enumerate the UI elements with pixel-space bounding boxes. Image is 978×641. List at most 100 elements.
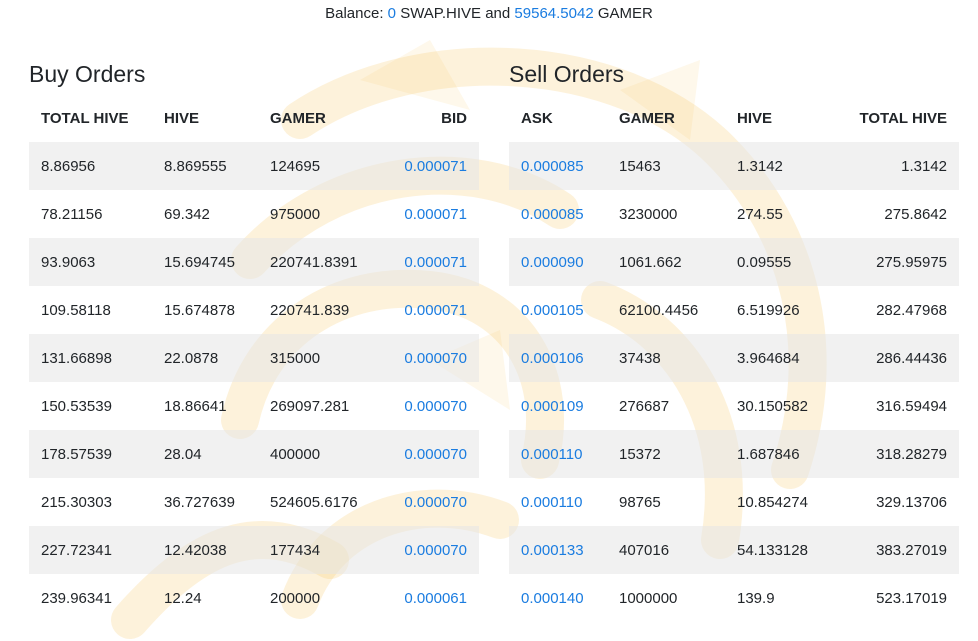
buy-cell-hive: 12.42038 — [152, 526, 258, 574]
sell-cell-hive: 6.519926 — [737, 301, 800, 319]
buy-cell-total-hive: 8.86956 — [29, 142, 152, 190]
buy-cell-bid-price-link[interactable]: 0.000071 — [376, 286, 479, 334]
buy-cell-bid-price-link[interactable]: 0.000070 — [376, 478, 479, 526]
buy-cell-bid-price-link[interactable]: 0.000070 — [376, 526, 479, 574]
buy-order-row: 78.21156 69.342 975000 0.000071 — [29, 190, 479, 238]
sell-cell-total-hive: 316.59494 — [876, 397, 947, 415]
buy-cell-bid-price-link[interactable]: 0.000070 — [376, 430, 479, 478]
gamer-balance-link[interactable]: 59564.5042 — [514, 5, 593, 22]
sell-cell-total-hive: 318.28279 — [835, 430, 959, 478]
sell-cell-ask-price-link[interactable]: 0.000110 — [509, 430, 607, 478]
buy-cell-bid-price-link[interactable]: 0.000061 — [376, 574, 479, 622]
sell-order-row: 0.000085 3230000 274.55 275.8642 — [509, 190, 959, 238]
sell-order-row: 0.000110 15372 1.687846 318.28279 — [509, 430, 959, 478]
buy-cell-hive: 22.0878 — [152, 334, 258, 382]
buy-cell-gamer: 269097.281 — [270, 397, 350, 415]
sell-cell-ask-price-link[interactable]: 0.000109 — [509, 382, 607, 430]
buy-orders-panel: Buy Orders TOTAL HIVE HIVE GAMER BID 8.8… — [29, 58, 479, 622]
sell-cell-total-hive: 383.27019 — [835, 526, 959, 574]
buy-cell-hive: 36.727639 — [164, 493, 235, 511]
buy-cell-total-hive: 239.96341 — [41, 589, 112, 607]
sell-cell-gamer: 62100.4456 — [619, 301, 699, 319]
sell-cell-ask-price-link[interactable]: 0.000140 — [509, 574, 607, 622]
sell-cell-ask-price-link[interactable]: 0.000105 — [509, 286, 607, 334]
sell-cell-hive: 1.687846 — [725, 430, 835, 478]
sell-cell-gamer: 1061.662 — [607, 238, 725, 286]
buy-cell-hive: 15.674878 — [164, 301, 235, 319]
buy-cell-hive: 12.24 — [164, 589, 202, 607]
sell-orders-header-row: ASK GAMER HIVE TOTAL HIVE — [509, 94, 959, 142]
sell-cell-ask-price-link[interactable]: 0.000110 — [509, 478, 607, 526]
buy-cell-bid-price-link[interactable]: 0.000071 — [376, 238, 479, 286]
sell-cell-hive: 139.9 — [737, 589, 775, 607]
sell-cell-hive: 1.3142 — [725, 142, 835, 190]
sell-cell-ask-price-link[interactable]: 0.000090 — [509, 238, 607, 286]
buy-orders-header-row: TOTAL HIVE HIVE GAMER BID — [29, 94, 479, 142]
sell-order-row: 0.000090 1061.662 0.09555 275.95975 — [509, 238, 959, 286]
sell-cell-gamer: 37438 — [607, 334, 725, 382]
buy-cell-bid-price-link[interactable]: 0.000071 — [376, 142, 479, 190]
sell-header-total-hive: TOTAL HIVE — [859, 109, 947, 127]
sell-cell-ask-price-link[interactable]: 0.000085 — [509, 190, 607, 238]
buy-cell-gamer: 975000 — [270, 205, 321, 223]
sell-cell-total-hive: 329.13706 — [876, 493, 947, 511]
sell-cell-gamer: 15372 — [607, 430, 725, 478]
sell-cell-hive: 0.09555 — [725, 238, 835, 286]
sell-cell-gamer: 15463 — [607, 142, 725, 190]
buy-header-hive: HIVE — [164, 109, 200, 127]
buy-orders-table: TOTAL HIVE HIVE GAMER BID 8.86956 8.86955… — [29, 94, 479, 622]
buy-orders-title: Buy Orders — [29, 61, 146, 87]
swap-hive-unit: SWAP.HIVE — [400, 5, 482, 22]
buy-order-row: 93.9063 15.694745 220741.8391 0.000071 — [29, 238, 479, 286]
buy-cell-total-hive: 215.30303 — [41, 493, 112, 511]
buy-cell-hive: 15.694745 — [152, 238, 258, 286]
sell-cell-total-hive: 1.3142 — [835, 142, 959, 190]
buy-cell-hive: 69.342 — [164, 205, 210, 223]
buy-cell-hive: 28.04 — [152, 430, 258, 478]
sell-cell-total-hive: 523.17019 — [876, 589, 947, 607]
balance-line: Balance: 0 SWAP.HIVE and 59564.5042 GAME… — [0, 5, 978, 22]
sell-cell-gamer: 3230000 — [619, 205, 678, 223]
sell-cell-gamer: 98765 — [619, 493, 661, 511]
sell-orders-table: ASK GAMER HIVE TOTAL HIVE 0.000085 15463 1… — [509, 94, 959, 622]
sell-order-row: 0.000106 37438 3.964684 286.44436 — [509, 334, 959, 382]
buy-order-row: 227.72341 12.42038 177434 0.000070 — [29, 526, 479, 574]
buy-order-row: 109.58118 15.674878 220741.839 0.000071 — [29, 286, 479, 334]
buy-cell-gamer: 220741.839 — [270, 301, 350, 319]
buy-cell-bid-price-link[interactable]: 0.000071 — [376, 190, 479, 238]
sell-cell-total-hive: 275.8642 — [884, 205, 947, 223]
buy-cell-gamer: 315000 — [258, 334, 376, 382]
buy-cell-gamer: 400000 — [258, 430, 376, 478]
sell-order-row: 0.000105 62100.4456 6.519926 282.47968 — [509, 286, 959, 334]
sell-order-row: 0.000140 1000000 139.9 523.17019 — [509, 574, 959, 622]
buy-order-row: 239.96341 12.24 200000 0.000061 — [29, 574, 479, 622]
buy-cell-total-hive: 131.66898 — [29, 334, 152, 382]
buy-header-gamer: GAMER — [270, 109, 326, 127]
sell-header-gamer: GAMER — [619, 109, 675, 127]
sell-cell-total-hive: 275.95975 — [835, 238, 959, 286]
buy-cell-total-hive: 178.57539 — [29, 430, 152, 478]
sell-header-hive: HIVE — [737, 109, 773, 127]
buy-cell-bid-price-link[interactable]: 0.000070 — [376, 382, 479, 430]
sell-order-row: 0.000110 98765 10.854274 329.13706 — [509, 478, 959, 526]
buy-header-bid: BID — [441, 109, 467, 127]
sell-orders-panel: Sell Orders ASK GAMER HIVE TOTAL HIVE 0.… — [509, 58, 959, 622]
buy-order-row: 8.86956 8.869555 124695 0.000071 — [29, 142, 479, 190]
sell-cell-ask-price-link[interactable]: 0.000085 — [509, 142, 607, 190]
sell-cell-ask-price-link[interactable]: 0.000133 — [509, 526, 607, 574]
sell-cell-total-hive: 282.47968 — [876, 301, 947, 319]
buy-order-row: 178.57539 28.04 400000 0.000070 — [29, 430, 479, 478]
buy-cell-gamer: 524605.6176 — [270, 493, 358, 511]
sell-cell-hive: 30.150582 — [737, 397, 808, 415]
buy-cell-total-hive: 78.21156 — [41, 205, 103, 223]
swap-hive-balance-link[interactable]: 0 — [388, 5, 396, 22]
sell-cell-ask-price-link[interactable]: 0.000106 — [509, 334, 607, 382]
sell-cell-total-hive: 286.44436 — [835, 334, 959, 382]
sell-cell-gamer: 1000000 — [619, 589, 678, 607]
buy-cell-hive: 18.86641 — [164, 397, 227, 415]
sell-cell-hive: 274.55 — [737, 205, 783, 223]
buy-cell-gamer: 220741.8391 — [258, 238, 376, 286]
sell-cell-hive: 54.133128 — [725, 526, 835, 574]
buy-cell-bid-price-link[interactable]: 0.000070 — [376, 334, 479, 382]
sell-cell-hive: 3.964684 — [725, 334, 835, 382]
